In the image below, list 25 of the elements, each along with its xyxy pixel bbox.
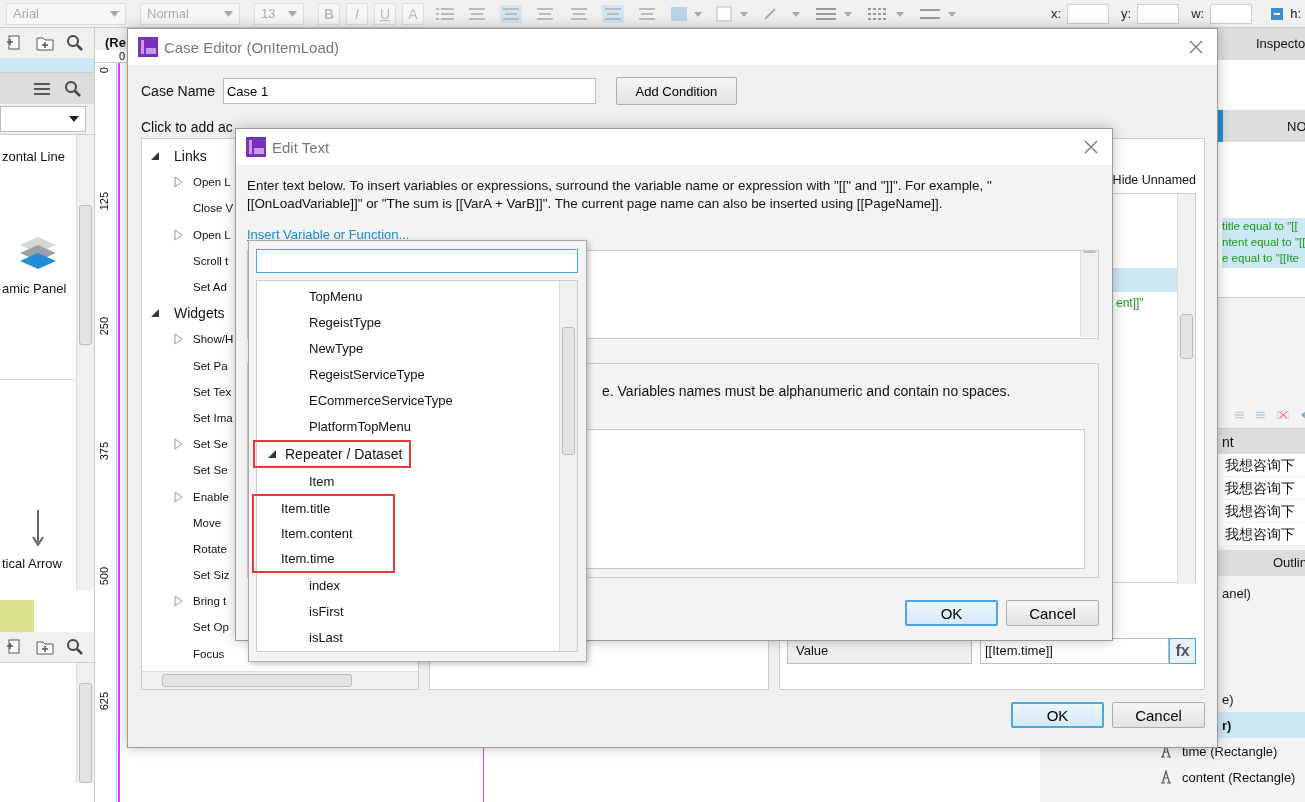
coord-label: w: (1191, 6, 1205, 21)
window-title: Case Editor (OnItemLoad) (164, 38, 341, 56)
table-cell: 我想咨询下 (1225, 523, 1305, 546)
table-cell: 我想咨询下 (1225, 500, 1305, 523)
ruler-number: 250 (98, 317, 110, 336)
instructions-text: Enter text below. To insert variables or expressions, surround the variable name or expression with "[[" and "]]". For example, "[[OnLoadVariable]]" or "The sum is [[VarA + VarB]]". The current page name can also be inserted using [[PageName]]. (247, 177, 993, 213)
table-cell: 我想咨询下 (1225, 454, 1305, 477)
ruler-number: 375 (98, 442, 110, 461)
coord-label: x: (1050, 6, 1062, 21)
ruler-number: 500 (98, 567, 110, 586)
window-title: Edit Text (272, 138, 331, 156)
ruler-number: 125 (98, 192, 110, 211)
field-label: Case Name (141, 83, 215, 99)
interaction-line: title equal to "[[ (1222, 219, 1299, 234)
interaction-line: ntent equal to "[[ (1222, 235, 1305, 250)
coord-label: y: (1121, 6, 1132, 21)
coord-label: h: (1290, 6, 1301, 21)
section-label: Click to add ac (141, 119, 234, 137)
action-line: ent]]" (1115, 296, 1145, 310)
ruler-number: 0 (119, 50, 126, 62)
ruler-number: 0 (98, 67, 110, 74)
interaction-line: e equal to "[[Ite (1222, 251, 1300, 266)
note-text: e. Variables names must be alphanumeric and contain no spaces. (601, 383, 1012, 399)
ruler-number: 625 (98, 692, 110, 711)
table-cell: 我想咨询下 (1225, 477, 1305, 500)
